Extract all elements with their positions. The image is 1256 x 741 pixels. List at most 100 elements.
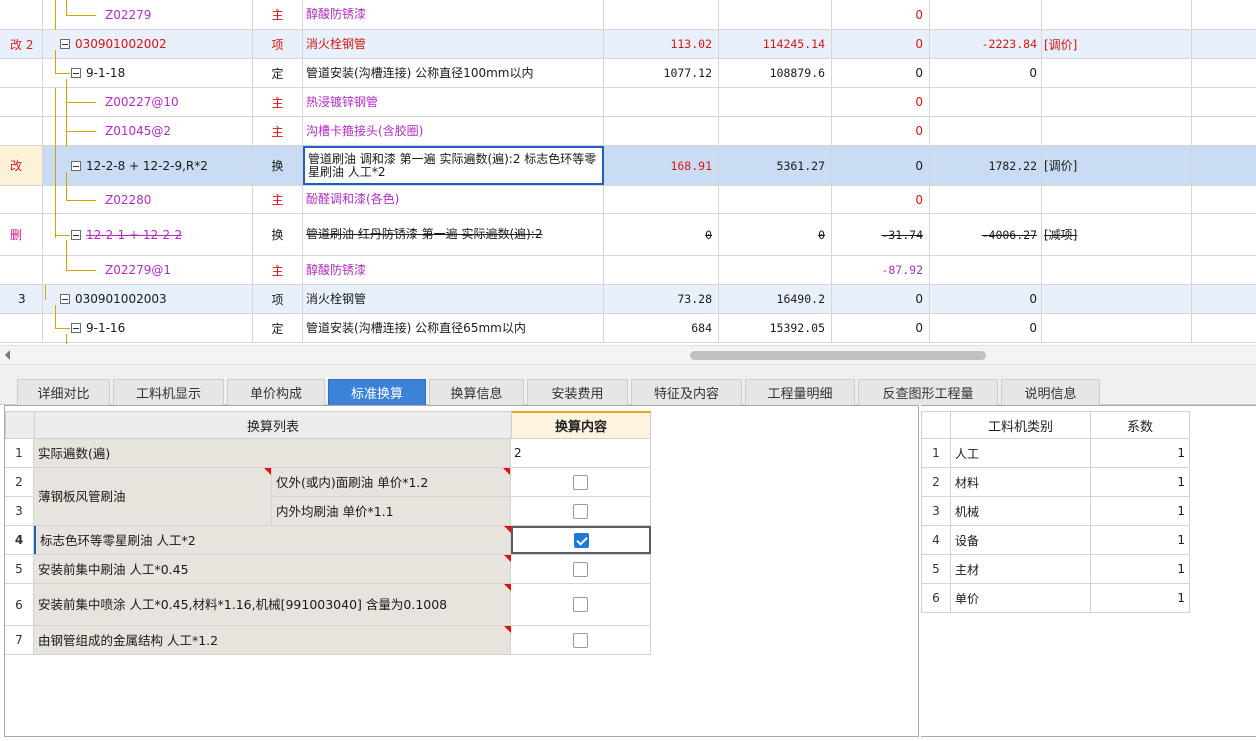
row-code: Z00227@10 <box>105 95 179 109</box>
note-marker-icon <box>504 526 511 533</box>
tab-features[interactable]: 特征及内容 <box>631 379 742 405</box>
tab-install-fee[interactable]: 安装费用 <box>527 379 628 405</box>
conv-checkbox[interactable] <box>573 632 588 648</box>
row-name-editor[interactable]: 管道刷油 调和漆 第一遍 实际遍数(遍):2 标志色环等零星刷油 人工*2 <box>303 146 604 185</box>
coef-row[interactable]: 4 设备 1 <box>921 526 1190 555</box>
conv-checkbox[interactable] <box>573 597 588 612</box>
coef-row[interactable]: 2 材料 1 <box>921 468 1190 497</box>
note-marker-icon <box>504 555 511 562</box>
row-value-4 <box>930 88 1042 116</box>
conv-row-index: 4 <box>5 526 34 554</box>
row-name: 管道安装(沟槽连接) 公称直径100mm以内 <box>303 59 604 87</box>
table-row[interactable]: Z02279@1 主 醇酸防锈漆 -87.92 <box>0 256 1256 285</box>
conv-row-selected[interactable]: 4 标志色环等零星刷油 人工*2 <box>5 526 651 555</box>
conversion-panel: 换算列表 换算内容 1 实际遍数(遍) 2 2 仅外(或内)面刷油 单价*1.2… <box>4 405 919 737</box>
tab-description[interactable]: 说明信息 <box>1001 379 1100 405</box>
coef-row[interactable]: 1 人工 1 <box>921 439 1190 468</box>
coef-row-index: 2 <box>922 468 951 496</box>
row-value-1 <box>604 117 719 145</box>
scroll-left-arrow-icon[interactable] <box>5 350 10 360</box>
row-name: 醇酸防锈漆 <box>303 256 604 284</box>
row-note: [调价] <box>1042 146 1192 185</box>
tab-quantity-detail[interactable]: 工程量明细 <box>745 379 855 405</box>
coef-row-category: 材料 <box>951 468 1091 496</box>
table-row[interactable]: 改 2 030901002002 项 消火栓钢管 113.02 114245.1… <box>0 30 1256 59</box>
row-name: 酚醛调和漆(各色) <box>303 186 604 213</box>
table-row[interactable]: Z02279 主 醇酸防锈漆 0 <box>0 0 1256 30</box>
coef-row[interactable]: 6 单价 1 <box>921 584 1190 613</box>
row-value-4 <box>930 117 1042 145</box>
conv-row[interactable]: 5 安装前集中刷油 人工*0.45 <box>5 555 651 584</box>
conv-row-index: 7 <box>5 626 34 654</box>
note-marker-icon <box>504 584 511 591</box>
collapse-icon[interactable] <box>60 294 70 304</box>
pass-count-input[interactable]: 2 <box>511 439 651 467</box>
conv-checkbox[interactable] <box>573 561 588 577</box>
tab-standard-conversion[interactable]: 标准换算 <box>328 379 426 405</box>
tree-line <box>66 131 96 132</box>
table-row[interactable]: Z01045@2 主 沟槽卡箍接头(含胶圈) 0 <box>0 117 1256 146</box>
coef-row-value[interactable]: 1 <box>1091 555 1190 583</box>
coef-row[interactable]: 5 主材 1 <box>921 555 1190 584</box>
conv-row[interactable]: 6 安装前集中喷涂 人工*0.45,材料*1.16,机械[991003040] … <box>5 584 651 626</box>
row-note <box>1042 88 1192 116</box>
coef-row-category: 机械 <box>951 497 1091 525</box>
conv-checkbox[interactable] <box>573 474 588 490</box>
conv-row[interactable]: 1 实际遍数(遍) 2 <box>5 439 651 468</box>
row-value-3: -31.74 <box>832 214 930 255</box>
collapse-icon[interactable] <box>71 323 81 333</box>
conv-header-content: 换算内容 <box>511 411 651 439</box>
tab-detail-compare[interactable]: 详细对比 <box>17 379 110 405</box>
table-row-selected[interactable]: 改 12-2-8 + 12-2-9,R*2 换 管道刷油 调和漆 第一遍 实际遍… <box>0 146 1256 186</box>
coef-row-value[interactable]: 1 <box>1091 468 1190 496</box>
coef-row-value[interactable]: 1 <box>1091 584 1190 612</box>
collapse-icon[interactable] <box>71 68 81 78</box>
collapse-icon[interactable] <box>71 229 81 240</box>
row-value-2 <box>719 117 832 145</box>
detail-tab-bar: 详细对比 工料机显示 单价构成 标准换算 换算信息 安装费用 特征及内容 工程量… <box>0 365 1256 405</box>
tab-unit-price[interactable]: 单价构成 <box>227 379 325 405</box>
conv-header-list: 换算列表 <box>34 411 512 439</box>
row-value-3: 0 <box>832 146 930 185</box>
horizontal-scrollbar[interactable] <box>0 345 1256 365</box>
conv-checkbox[interactable] <box>573 503 588 519</box>
row-type: 定 <box>253 314 303 342</box>
conv-row-index: 2 <box>5 468 34 496</box>
conv-checkbox-checked[interactable] <box>573 532 589 548</box>
coef-row-value[interactable]: 1 <box>1091 526 1190 554</box>
coef-row-value[interactable]: 1 <box>1091 497 1190 525</box>
row-name: 消火栓钢管 <box>303 30 604 58</box>
conv-row[interactable]: 7 由钢管组成的金属结构 人工*1.2 <box>5 626 651 655</box>
row-value-1 <box>604 256 719 284</box>
row-name: 管道刷油 红丹防锈漆 第一遍 实际遍数(遍):2 <box>303 214 604 255</box>
conv-row-sublabel: 仅外(或内)面刷油 单价*1.2 <box>272 468 511 496</box>
collapse-icon[interactable] <box>71 160 81 171</box>
row-value-1 <box>604 88 719 116</box>
table-row[interactable]: Z00227@10 主 热浸镀锌钢管 0 <box>0 88 1256 117</box>
coef-row[interactable]: 3 机械 1 <box>921 497 1190 526</box>
note-marker-icon <box>504 626 511 633</box>
row-value-3: -87.92 <box>832 256 930 284</box>
table-row[interactable]: Z02280 主 酚醛调和漆(各色) 0 <box>0 186 1256 214</box>
row-value-4: 0 <box>930 285 1042 313</box>
coef-row-category: 单价 <box>951 584 1091 612</box>
table-row[interactable]: 9-1-16 定 管道安装(沟槽连接) 公称直径65mm以内 684 15392… <box>0 314 1256 343</box>
row-note: [减项] <box>1042 214 1192 255</box>
row-value-2: 108879.6 <box>719 59 832 87</box>
table-row[interactable]: 9-1-18 定 管道安装(沟槽连接) 公称直径100mm以内 1077.12 … <box>0 59 1256 88</box>
table-row-deleted[interactable]: 删 12-2-1 + 12-2-2 换 管道刷油 红丹防锈漆 第一遍 实际遍数(… <box>0 214 1256 256</box>
tab-conversion-info[interactable]: 换算信息 <box>429 379 524 405</box>
coef-row-value[interactable]: 1 <box>1091 439 1190 467</box>
row-value-2: 5361.27 <box>719 146 832 185</box>
table-row[interactable]: 3 030901002003 项 消火栓钢管 73.28 16490.2 0 0 <box>0 285 1256 314</box>
tab-labor-material-machine[interactable]: 工料机显示 <box>113 379 224 405</box>
row-value-2 <box>719 186 832 213</box>
conv-row-label: 薄钢板风管刷油 <box>34 468 272 526</box>
collapse-icon[interactable] <box>60 39 70 49</box>
row-value-3: 0 <box>832 88 930 116</box>
coef-row-category: 设备 <box>951 526 1091 554</box>
coef-header-category: 工料机类别 <box>950 411 1091 439</box>
row-mark <box>0 59 43 87</box>
tab-reverse-lookup[interactable]: 反查图形工程量 <box>858 379 998 405</box>
scrollbar-thumb[interactable] <box>690 351 986 360</box>
